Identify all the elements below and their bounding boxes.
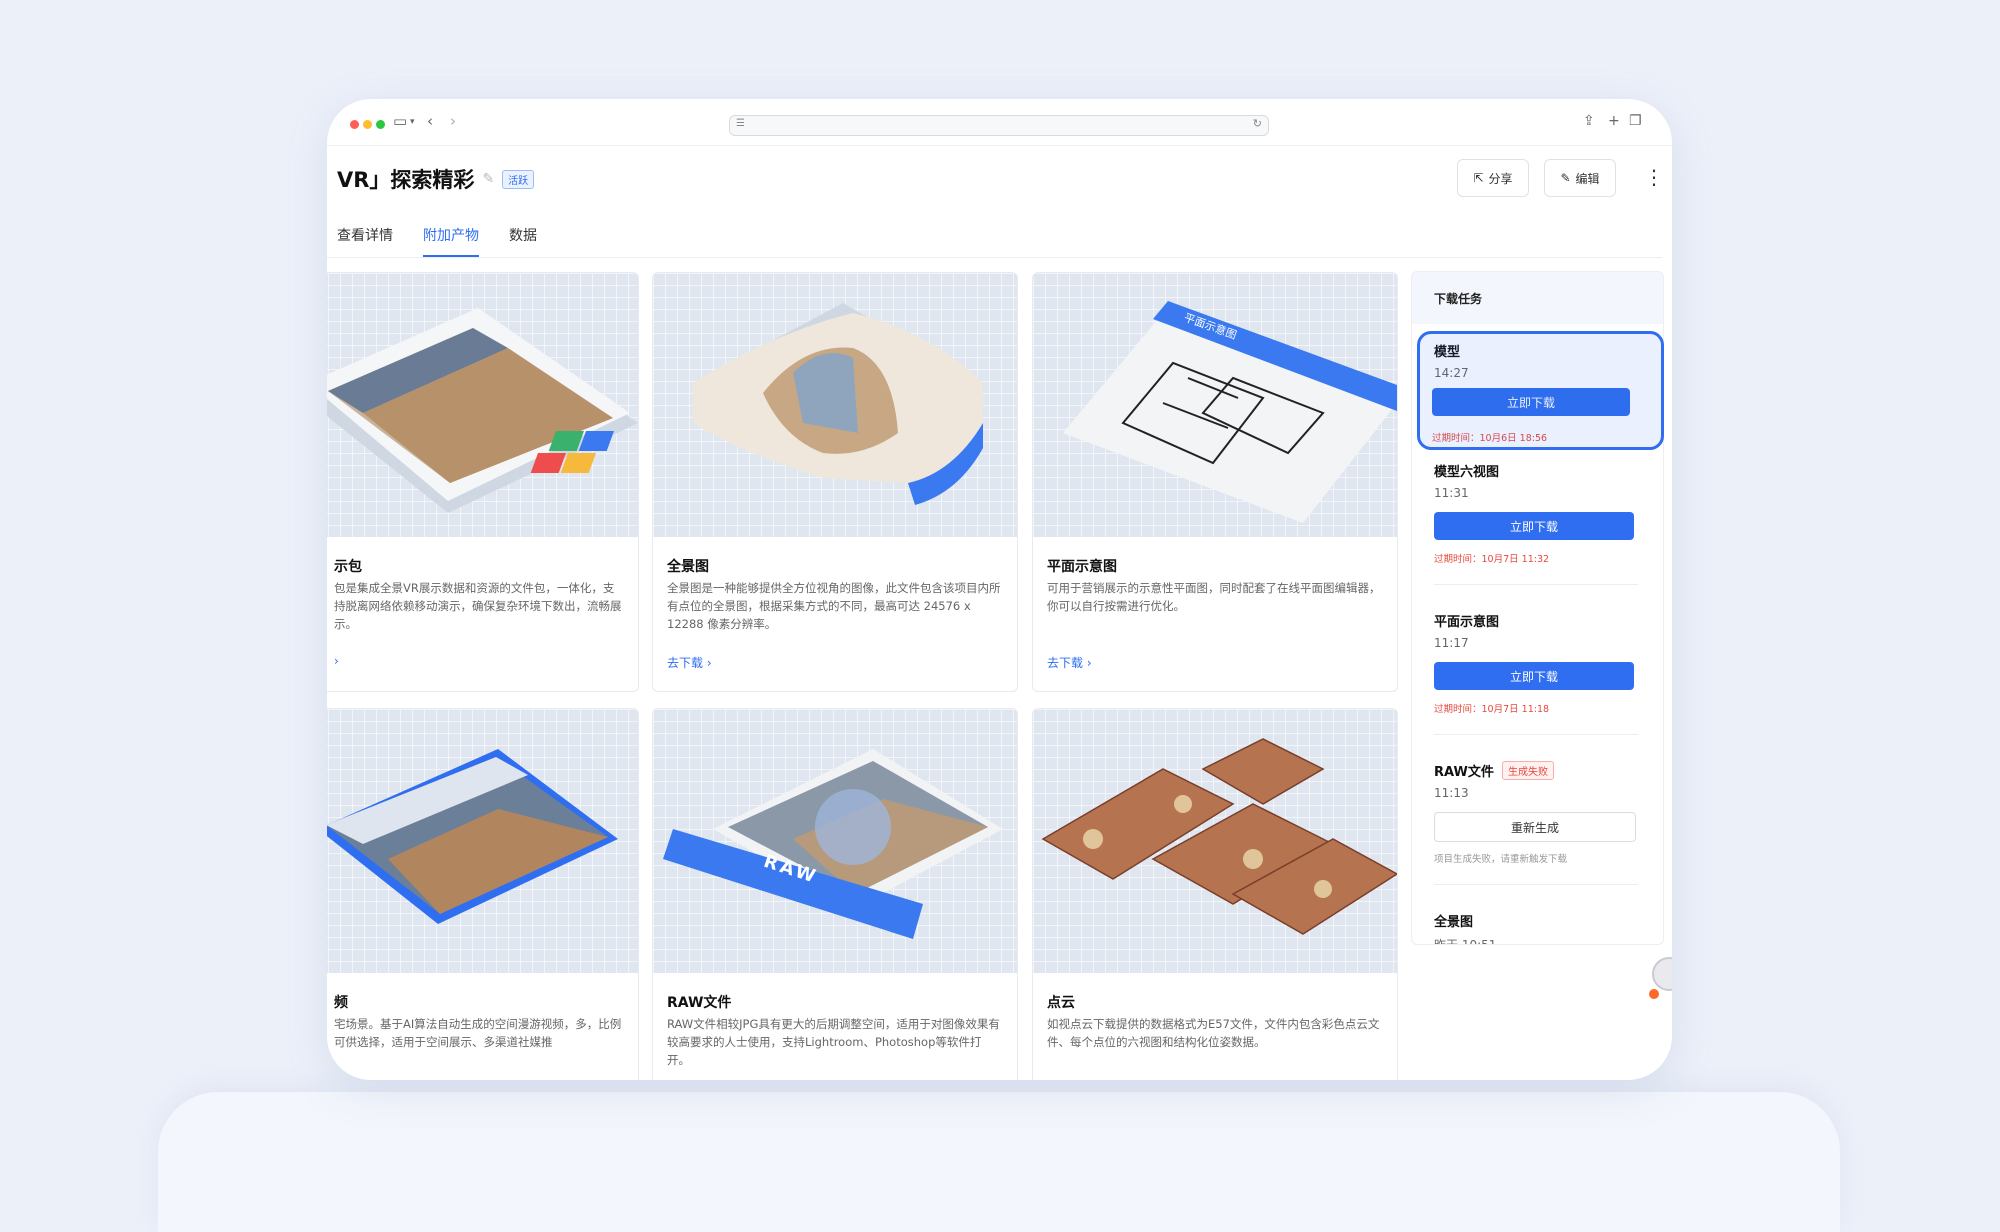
expiry-text: 过期时间：10月7日 11:18 (1434, 704, 1550, 715)
more-options-icon[interactable]: ⋮ (1644, 165, 1664, 189)
task-name: 平面示意图 (1434, 615, 1500, 630)
card-title: 平面示意图 (1047, 559, 1117, 575)
task-divider (1434, 734, 1638, 735)
task-time: 昨天 10:51 (1434, 938, 1497, 945)
task-time: 11:31 (1434, 486, 1469, 500)
highlight-ring (1417, 331, 1664, 450)
task-item-raw: RAW文件 生成失败 11:13 重新生成 项目生成失败，请重新触发下载 (1412, 761, 1663, 891)
sidebar-toggle-icon[interactable]: ▭ (393, 112, 407, 130)
external-link-icon: ⇱ (1473, 171, 1484, 185)
pencil-icon[interactable]: ✎ (482, 171, 494, 187)
download-now-button[interactable]: 立即下载 (1434, 512, 1634, 540)
expiry-text: 过期时间：10月7日 11:32 (1434, 554, 1550, 565)
task-name: 模型六视图 (1434, 465, 1500, 480)
task-divider (1434, 584, 1638, 585)
page-title: VR」探索精彩 (337, 168, 475, 192)
tab-overview-icon[interactable]: ❐ (1629, 113, 1642, 129)
new-tab-icon[interactable]: + (1608, 113, 1620, 129)
failure-hint: 项目生成失败，请重新触发下载 (1434, 854, 1568, 865)
task-name: RAW文件 (1434, 765, 1494, 780)
edit-button[interactable]: ✎ 编辑 (1544, 159, 1616, 197)
raw-illustration (663, 749, 1003, 939)
minimize-window-dot[interactable] (363, 120, 372, 129)
card-description: 宅场景。基于AI算法自动生成的空间漫游视频，多，比例可供选择，适用于空间展示、多… (334, 1017, 622, 1049)
browser-window: ▭ ▾ ‹ › ☰ ↻ ⇪ + ❐ VR」探索精彩 ✎ 活跃 ⇱ 分享 ✎ 编辑… (327, 99, 1672, 1080)
task-item-six-views: 模型六视图 11:31 立即下载 过期时间：10月7日 11:32 (1412, 461, 1663, 591)
zoom-window-dot[interactable] (376, 120, 385, 129)
notification-dot (1649, 989, 1659, 999)
task-time: 11:13 (1434, 786, 1469, 800)
download-link[interactable]: 去下载 › (667, 654, 712, 671)
share-button[interactable]: ⇱ 分享 (1457, 159, 1529, 197)
back-arrow-icon[interactable]: ‹ (427, 112, 433, 130)
point-cloud-illustration (1041, 738, 1397, 935)
edit-icon: ✎ (1560, 171, 1571, 185)
download-link[interactable]: 去下载 › (1047, 654, 1092, 671)
card-description: RAW文件相较JPG具有更大的后期调整空间，适用于对图像效果有较高要求的人士使用… (667, 1017, 1000, 1067)
floorplan-thumbnail: 平面示意图 (1033, 273, 1397, 537)
card-floorplan[interactable]: 平面示意图 平面示意图 可用于营销展示的示意性平面图，同时配套了在线平面图编辑器… (1032, 272, 1398, 692)
tab-details[interactable]: 查看详情 (337, 225, 393, 257)
page-header: VR」探索精彩 ✎ 活跃 (337, 161, 535, 197)
tab-attachments[interactable]: 附加产物 (423, 225, 479, 257)
tab-divider (327, 257, 1662, 258)
card-description: 全景图是一种能够提供全方位视角的图像，此文件包含该项目内所有点位的全景图，根据采… (667, 581, 1001, 631)
download-tasks-title: 下载任务 (1434, 292, 1483, 306)
desk-surface (158, 1092, 1840, 1232)
task-divider (1434, 884, 1638, 885)
tab-bar: 查看详情 附加产物 数据 (337, 225, 537, 257)
raw-thumbnail: RAW (653, 709, 1017, 973)
panorama-illustration (693, 303, 983, 505)
task-name: 全景图 (1434, 915, 1474, 930)
card-title: 频 (334, 995, 348, 1011)
download-tasks-header: 下载任务 (1412, 272, 1663, 324)
status-badge: 活跃 (502, 169, 535, 189)
chevron-down-icon[interactable]: ▾ (410, 117, 415, 127)
share-label: 分享 (1488, 171, 1513, 186)
edit-label: 编辑 (1575, 171, 1600, 186)
site-info-icon: ☰ (736, 118, 745, 129)
support-avatar[interactable] (1652, 957, 1672, 991)
task-time: 11:17 (1434, 636, 1469, 650)
card-title: RAW文件 (667, 995, 732, 1011)
toolbar-divider (327, 145, 1672, 146)
tab-data[interactable]: 数据 (509, 225, 537, 257)
card-vr-package[interactable]: 示包 包是集成全景VR展示数据和资源的文件包，一体化，支持脱离网络依赖移动演示，… (327, 272, 639, 692)
vr-package-thumbnail (327, 273, 638, 537)
task-item-panorama: 全景图 昨天 10:51 (1412, 911, 1663, 945)
panorama-thumbnail (653, 273, 1017, 537)
address-bar[interactable]: ☰ ↻ (729, 115, 1269, 136)
card-title: 示包 (334, 559, 362, 575)
card-description: 如视点云下载提供的数据格式为E57文件，文件内包含彩色点云文件、每个点位的六视图… (1047, 1017, 1380, 1049)
card-point-cloud[interactable]: 点云 如视点云下载提供的数据格式为E57文件，文件内包含彩色点云文件、每个点位的… (1032, 708, 1398, 1080)
video-thumbnail (327, 709, 638, 973)
card-raw[interactable]: RAW RAW文件 RAW文件相较JPG具有更大的后期调整空间，适用于对图像效果… (652, 708, 1018, 1080)
share-page-icon[interactable]: ⇪ (1583, 113, 1595, 129)
regenerate-button[interactable]: 重新生成 (1434, 812, 1636, 842)
card-description: 可用于营销展示的示意性平面图，同时配套了在线平面图编辑器，你可以自行按需进行优化… (1047, 581, 1381, 613)
card-title: 点云 (1047, 995, 1075, 1011)
card-title: 全景图 (667, 559, 709, 575)
point-cloud-thumbnail (1033, 709, 1397, 973)
card-description: 包是集成全景VR展示数据和资源的文件包，一体化，支持脱离网络依赖移动演示，确保复… (334, 581, 622, 631)
close-window-dot[interactable] (350, 120, 359, 129)
video-illustration (327, 749, 618, 924)
reload-icon[interactable]: ↻ (1253, 117, 1262, 130)
failed-badge: 生成失败 (1502, 761, 1554, 780)
vr-package-illustration (327, 308, 638, 513)
browser-toolbar: ▭ ▾ ‹ › ☰ ↻ ⇪ + ❐ (327, 99, 1672, 145)
card-link[interactable]: › (334, 654, 339, 668)
forward-arrow-icon[interactable]: › (450, 112, 456, 130)
card-video[interactable]: 频 宅场景。基于AI算法自动生成的空间漫游视频，多，比例可供选择，适用于空间展示… (327, 708, 639, 1080)
download-now-button[interactable]: 立即下载 (1434, 662, 1634, 690)
floorplan-illustration (1063, 301, 1397, 523)
card-panorama[interactable]: 全景图 全景图是一种能够提供全方位视角的图像，此文件包含该项目内所有点位的全景图… (652, 272, 1018, 692)
task-item-floorplan: 平面示意图 11:17 立即下载 过期时间：10月7日 11:18 (1412, 611, 1663, 741)
